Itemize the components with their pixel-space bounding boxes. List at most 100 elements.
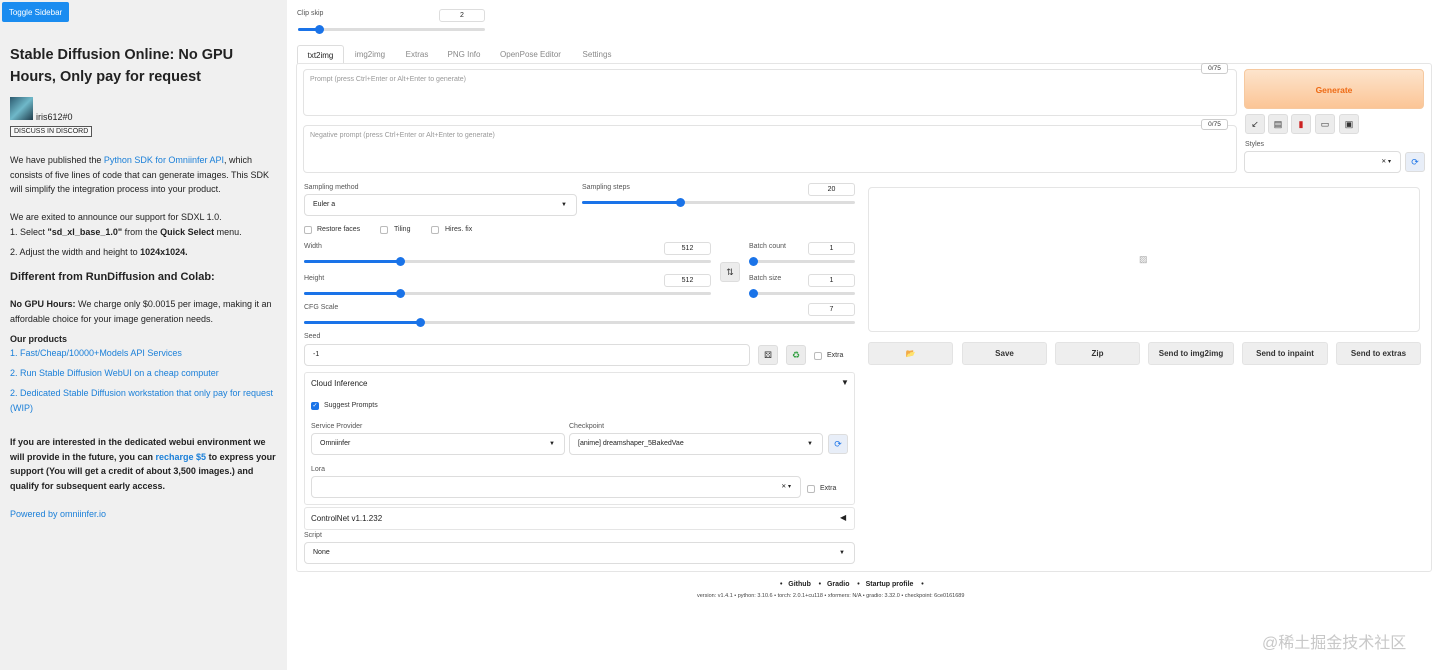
- service-provider-label: Service Provider: [311, 423, 363, 430]
- products-heading: Our products: [10, 334, 68, 344]
- zip-button[interactable]: Zip: [1055, 342, 1140, 365]
- sampling-steps-input[interactable]: 20: [808, 183, 855, 196]
- checkpoint-dropdown[interactable]: [anime] dreamshaper_5BakedVae ▼: [569, 433, 823, 455]
- script-dropdown[interactable]: None ▼: [304, 542, 855, 564]
- script-label: Script: [304, 532, 322, 539]
- suggest-prompts-label: Suggest Prompts: [324, 402, 378, 409]
- product-link-2[interactable]: 2. Run Stable Diffusion WebUI on a cheap…: [10, 366, 276, 381]
- cfg-scale-label: CFG Scale: [304, 304, 339, 311]
- image-placeholder-icon: ▨: [1139, 254, 1148, 264]
- lora-dropdown[interactable]: ✕ ▾: [311, 476, 801, 498]
- open-folder-button[interactable]: 📂: [868, 342, 953, 365]
- cfg-scale-slider[interactable]: [304, 318, 855, 327]
- product-link-3[interactable]: 2. Dedicated Stable Diffusion workstatio…: [10, 386, 276, 415]
- restore-faces-checkbox[interactable]: [304, 226, 312, 234]
- sampling-method-dropdown[interactable]: Euler a ▼: [304, 194, 577, 216]
- service-provider-dropdown[interactable]: Omniinfer ▼: [311, 433, 565, 455]
- cloud-inference-title[interactable]: Cloud Inference: [311, 379, 367, 388]
- sidebar: Toggle Sidebar Stable Diffusion Online: …: [0, 0, 287, 670]
- clip-skip-slider[interactable]: [298, 25, 485, 34]
- arrow-icon[interactable]: ↙: [1245, 114, 1265, 134]
- controlnet-accordion[interactable]: [304, 507, 855, 530]
- batch-count-slider[interactable]: [749, 257, 855, 266]
- recharge-link[interactable]: recharge $5: [156, 452, 207, 462]
- toggle-sidebar-button[interactable]: Toggle Sidebar: [2, 2, 69, 22]
- tab-extras[interactable]: Extras: [398, 45, 436, 64]
- folder-icon: 📂: [905, 349, 916, 358]
- clip-skip-input[interactable]: 2: [439, 9, 485, 22]
- chevron-down-icon: ▼: [839, 550, 845, 556]
- sidebar-title: Stable Diffusion Online: No GPU Hours, O…: [10, 47, 234, 85]
- seed-extra-checkbox[interactable]: [814, 352, 822, 360]
- dice-icon[interactable]: ⚄: [758, 345, 778, 365]
- styles-dropdown[interactable]: ✕ ▾: [1244, 151, 1401, 173]
- suggest-prompts-checkbox[interactable]: ✓: [311, 402, 319, 410]
- negative-prompt-input[interactable]: Negative prompt (press Ctrl+Enter or Alt…: [303, 125, 1237, 173]
- height-input[interactable]: 512: [664, 274, 711, 287]
- send-to-img2img-button[interactable]: Send to img2img: [1148, 342, 1234, 365]
- batch-size-slider[interactable]: [749, 289, 855, 298]
- tab-txt2img[interactable]: txt2img: [297, 45, 344, 64]
- clip-skip-label: Clip skip: [297, 10, 324, 17]
- trash-icon[interactable]: ▤: [1268, 114, 1288, 134]
- lora-label: Lora: [311, 466, 326, 473]
- batch-count-input[interactable]: 1: [808, 242, 855, 255]
- swap-dimensions-icon[interactable]: ⇅: [720, 262, 740, 282]
- save-icon[interactable]: ▣: [1339, 114, 1359, 134]
- negative-prompt-token-counter: 0/75: [1201, 119, 1228, 130]
- styles-label: Styles: [1245, 141, 1265, 148]
- tiling-label: Tiling: [394, 226, 411, 233]
- controlnet-title[interactable]: ControlNet v1.1.232: [311, 514, 382, 523]
- batch-count-label: Batch count: [749, 243, 786, 250]
- tab-openpose-editor[interactable]: OpenPose Editor: [493, 45, 568, 64]
- recycle-icon[interactable]: ♻: [786, 345, 806, 365]
- version-info: version: v1.4.1 • python: 3.10.6 • torch…: [697, 593, 965, 599]
- width-slider[interactable]: [304, 257, 711, 266]
- seed-extra-label: Extra: [827, 352, 844, 359]
- lora-extra-label: Extra: [820, 485, 837, 492]
- prompt-input[interactable]: Prompt (press Ctrl+Enter or Alt+Enter to…: [303, 69, 1237, 116]
- batch-size-input[interactable]: 1: [808, 274, 855, 287]
- clear-and-chevron-icon: ✕ ▾: [781, 484, 791, 490]
- generate-button[interactable]: Generate: [1244, 69, 1424, 109]
- tab-png-info[interactable]: PNG Info: [441, 45, 487, 64]
- github-link[interactable]: Github: [788, 581, 811, 588]
- chevron-down-icon: ▼: [807, 441, 813, 447]
- tab-settings[interactable]: Settings: [575, 45, 619, 64]
- prompt-token-counter: 0/75: [1201, 63, 1228, 74]
- height-slider[interactable]: [304, 289, 711, 298]
- send-to-extras-button[interactable]: Send to extras: [1336, 342, 1421, 365]
- expand-triangle-icon[interactable]: ◀: [840, 513, 846, 522]
- seed-label: Seed: [304, 333, 321, 340]
- startup-profile-link[interactable]: Startup profile: [866, 581, 914, 588]
- collapse-triangle-icon[interactable]: ▼: [841, 378, 849, 387]
- product-link-1[interactable]: 1. Fast/Cheap/10000+Models API Services: [10, 346, 276, 361]
- send-to-inpaint-button[interactable]: Send to inpaint: [1242, 342, 1328, 365]
- seed-input[interactable]: -1: [304, 344, 750, 366]
- powered-by-link[interactable]: Powered by omniinfer.io: [10, 507, 276, 522]
- tiling-checkbox[interactable]: [380, 226, 388, 234]
- sdk-paragraph: We have published the Python SDK for Omn…: [10, 155, 269, 194]
- sdxl-paragraph: We are exited to announce our support fo…: [10, 212, 222, 222]
- chevron-down-icon: ▼: [549, 441, 555, 447]
- width-input[interactable]: 512: [664, 242, 711, 255]
- tab-img2img[interactable]: img2img: [347, 45, 393, 64]
- hires-fix-checkbox[interactable]: [431, 226, 439, 234]
- sdk-link[interactable]: Python SDK for Omniinfer API: [104, 155, 224, 165]
- sampling-steps-label: Sampling steps: [582, 184, 630, 191]
- save-button[interactable]: Save: [962, 342, 1047, 365]
- sampling-steps-slider[interactable]: [582, 198, 855, 207]
- refresh-icon[interactable]: ⟳: [1405, 152, 1425, 172]
- cfg-scale-input[interactable]: 7: [808, 303, 855, 316]
- card-icon[interactable]: ▮: [1291, 114, 1311, 134]
- refresh-icon[interactable]: ⟳: [828, 434, 848, 454]
- no-gpu-paragraph: No GPU Hours: We charge only $0.0015 per…: [10, 299, 272, 324]
- interest-paragraph: If you are interested in the dedicated w…: [10, 437, 276, 491]
- clipboard-icon[interactable]: ▭: [1315, 114, 1335, 134]
- checkpoint-label: Checkpoint: [569, 423, 605, 430]
- sampling-method-label: Sampling method: [304, 184, 359, 191]
- sdxl-step-1: 1. Select "sd_xl_base_1.0" from the Quic…: [10, 227, 242, 237]
- lora-extra-checkbox[interactable]: [807, 485, 815, 493]
- gradio-link[interactable]: Gradio: [827, 581, 850, 588]
- discord-button[interactable]: DISCUSS IN DISCORD: [10, 126, 93, 137]
